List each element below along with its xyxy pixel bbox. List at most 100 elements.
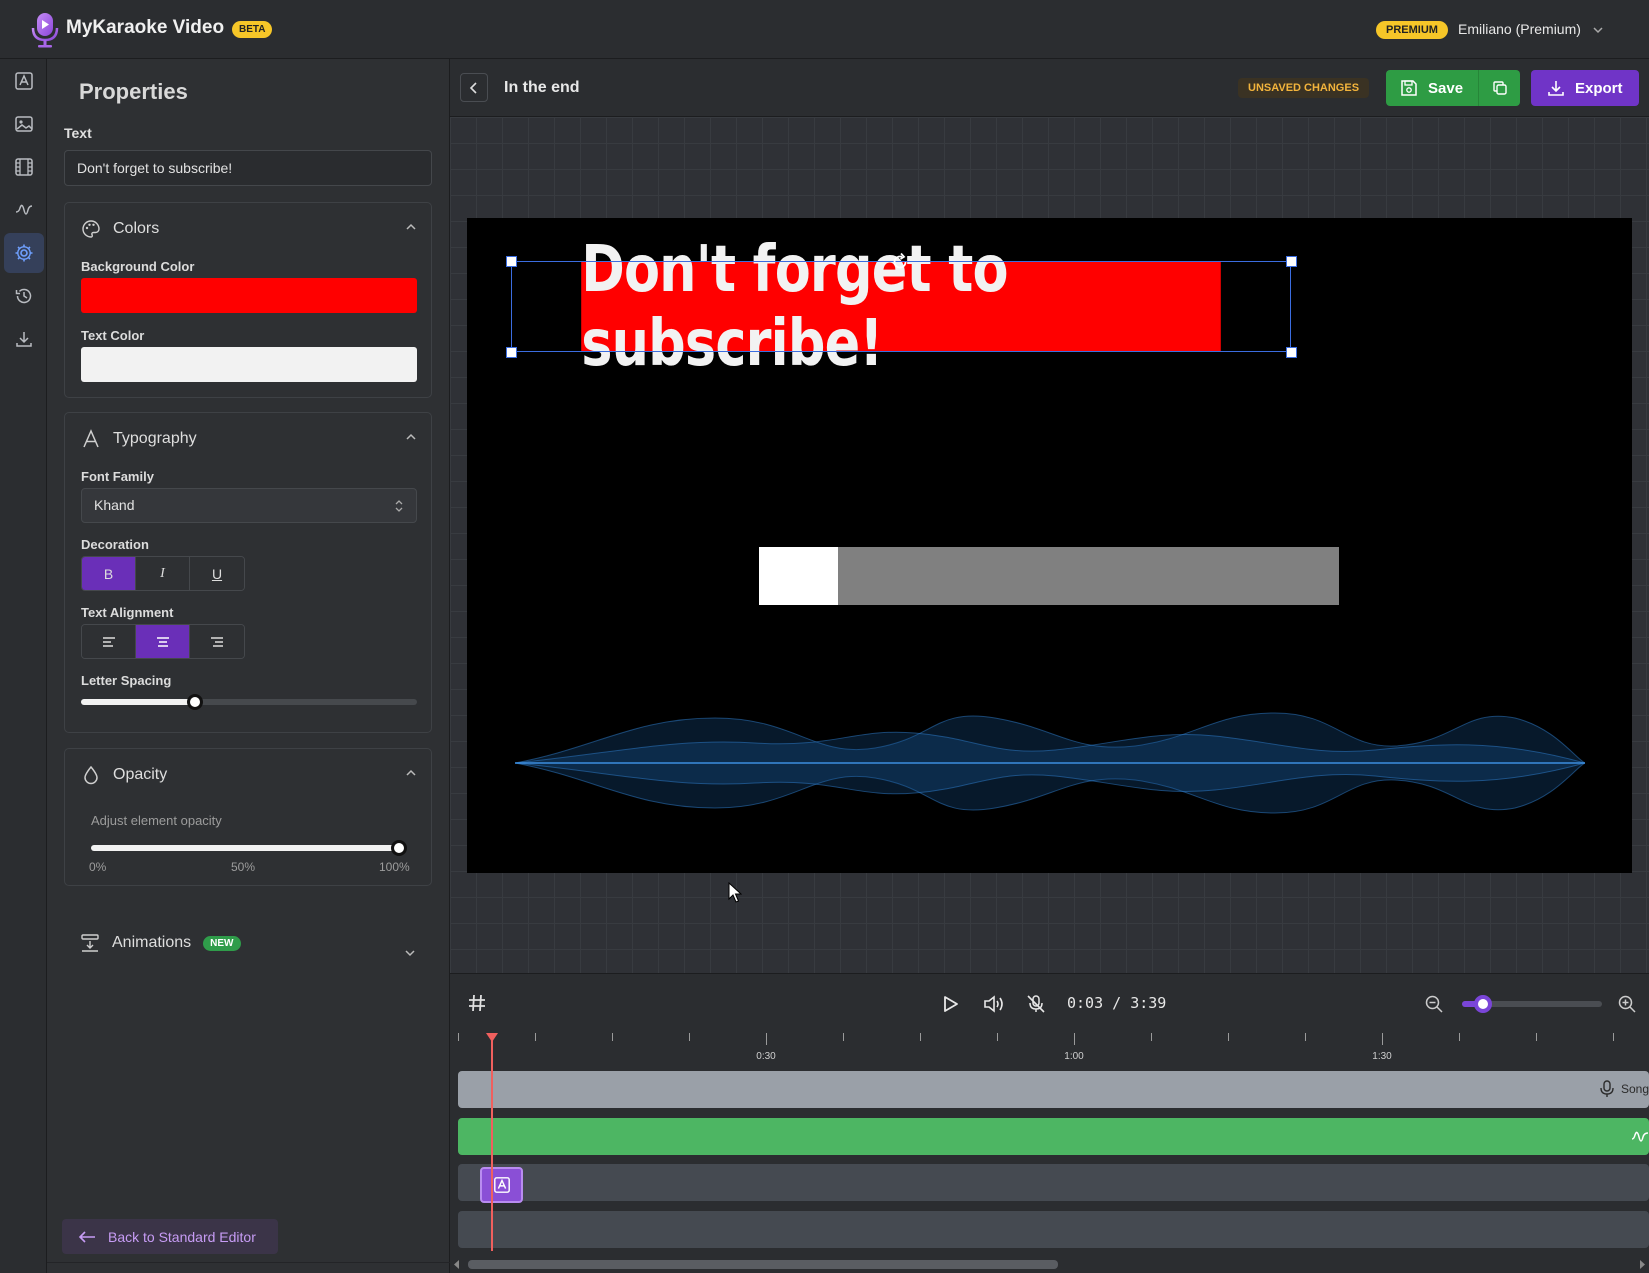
typography-icon (83, 429, 99, 448)
letter-spacing-slider[interactable] (81, 694, 417, 710)
audio-waveform-visual[interactable] (515, 708, 1585, 818)
rail-waveform-tool[interactable] (4, 190, 44, 230)
colors-header[interactable]: Colors (81, 215, 159, 243)
ruler-tick-label: 1:30 (1372, 1051, 1392, 1062)
scroll-right-icon[interactable] (1638, 1260, 1646, 1269)
opacity-slider[interactable] (91, 840, 407, 856)
opacity-section: Opacity Adjust element opacity 0% 50% 10… (64, 748, 432, 886)
palette-icon (82, 220, 100, 238)
background-color-swatch[interactable] (81, 278, 417, 313)
waveform-track[interactable] (458, 1118, 1649, 1155)
rail-image-tool[interactable] (4, 104, 44, 144)
scrollbar-thumb[interactable] (468, 1260, 1058, 1269)
video-stage[interactable]: Don't forget to subscribe! (467, 218, 1632, 873)
opacity-hint: Adjust element opacity (91, 813, 222, 828)
panel-divider (47, 1262, 450, 1263)
underline-button[interactable]: U (190, 557, 244, 590)
opacity-min-label: 0% (89, 860, 107, 874)
selection-box[interactable] (511, 261, 1291, 352)
back-button[interactable] (460, 73, 488, 102)
beta-badge: BETA (232, 21, 273, 38)
grid-toggle-icon[interactable] (467, 993, 487, 1013)
text-color-label: Text Color (81, 328, 145, 343)
italic-button[interactable]: I (136, 557, 190, 590)
chevron-up-icon[interactable] (405, 431, 417, 443)
resize-handle-top-right[interactable] (1286, 256, 1297, 267)
animations-icon (81, 934, 99, 952)
text-color-swatch[interactable] (81, 347, 417, 382)
chevron-down-icon[interactable] (1592, 24, 1604, 36)
zoom-thumb[interactable] (1474, 995, 1492, 1013)
resize-handle-top-left[interactable] (506, 256, 517, 267)
font-family-label: Font Family (81, 469, 154, 484)
select-arrows-icon (395, 500, 403, 512)
align-right-icon (211, 636, 223, 647)
playhead-marker[interactable] (486, 1033, 498, 1042)
resize-handle-bottom-right[interactable] (1286, 347, 1297, 358)
volume-icon[interactable] (983, 994, 1005, 1014)
app-title: MyKaraoke Video (66, 17, 225, 38)
copy-icon (1492, 81, 1507, 95)
time-ruler[interactable]: 0:30 1:00 1:30 (450, 1033, 1649, 1067)
ruler-tick (997, 1033, 998, 1041)
align-left-icon (102, 636, 115, 647)
save-button[interactable]: Save (1386, 70, 1478, 106)
video-tool-icon (15, 158, 33, 176)
unsaved-changes-badge: UNSAVED CHANGES (1238, 78, 1370, 98)
settings-icon (15, 244, 33, 262)
colors-section: Colors Background Color Text Color (64, 202, 432, 398)
ruler-tick (1305, 1033, 1306, 1041)
empty-track[interactable] (458, 1211, 1649, 1248)
play-icon[interactable] (940, 994, 960, 1014)
resize-handle-bottom-left[interactable] (506, 347, 517, 358)
ruler-tick (1228, 1033, 1229, 1041)
timeline-scrollbar[interactable] (450, 1255, 1649, 1273)
chevron-up-icon[interactable] (405, 767, 417, 779)
timeline: 0:30 1:00 1:30 Song (450, 1033, 1649, 1273)
rail-text-tool[interactable] (4, 61, 44, 101)
ruler-tick (1151, 1033, 1152, 1041)
zoom-out-icon[interactable] (1424, 994, 1444, 1014)
align-right-button[interactable] (190, 625, 244, 658)
timecode: 0:03 / 3:39 (1067, 994, 1167, 1012)
playhead[interactable] (491, 1033, 493, 1251)
decoration-label: Decoration (81, 537, 149, 552)
user-menu[interactable]: Emiliano (Premium) (1458, 21, 1581, 37)
zoom-slider[interactable] (1462, 995, 1602, 1013)
rail-history-tool[interactable] (4, 276, 44, 316)
bold-button[interactable]: B (82, 557, 136, 590)
align-left-button[interactable] (82, 625, 136, 658)
song-track[interactable]: Song (458, 1071, 1649, 1108)
letter-spacing-thumb[interactable] (187, 694, 204, 710)
chevron-up-icon[interactable] (405, 221, 417, 233)
text-input[interactable]: Don't forget to subscribe! (64, 150, 432, 186)
editor-header: In the end UNSAVED CHANGES Save Export (450, 59, 1649, 117)
text-track[interactable] (458, 1164, 1649, 1203)
animations-title: Animations (112, 934, 192, 951)
font-family-select[interactable]: Khand (81, 488, 417, 523)
rail-video-tool[interactable] (4, 147, 44, 187)
chevron-down-icon[interactable] (404, 947, 416, 959)
text-clip[interactable] (480, 1167, 523, 1203)
rail-settings-tool[interactable] (4, 233, 44, 273)
ruler-tick (920, 1033, 921, 1041)
font-family-value: Khand (94, 497, 135, 513)
text-field-label: Text (64, 125, 92, 141)
back-to-standard-editor-button[interactable]: Back to Standard Editor (62, 1219, 278, 1254)
scroll-left-icon[interactable] (453, 1260, 461, 1269)
opacity-header[interactable]: Opacity (81, 761, 167, 789)
mic-off-icon[interactable] (1026, 994, 1046, 1014)
zoom-in-icon[interactable] (1617, 994, 1637, 1014)
typography-header[interactable]: Typography (81, 425, 197, 453)
animations-header[interactable]: Animations NEW (80, 929, 241, 957)
opacity-thumb[interactable] (391, 840, 407, 856)
align-center-button[interactable] (136, 625, 190, 658)
save-copy-button[interactable] (1478, 70, 1520, 106)
ruler-tick (1459, 1033, 1460, 1041)
progress-bar-element[interactable] (759, 547, 1339, 605)
canvas-workspace: Don't forget to subscribe! (450, 117, 1649, 973)
export-button[interactable]: Export (1531, 70, 1639, 106)
rotate-icon[interactable] (890, 252, 910, 272)
rail-download-tool[interactable] (4, 319, 44, 359)
ruler-tick-label: 1:00 (1064, 1051, 1084, 1062)
